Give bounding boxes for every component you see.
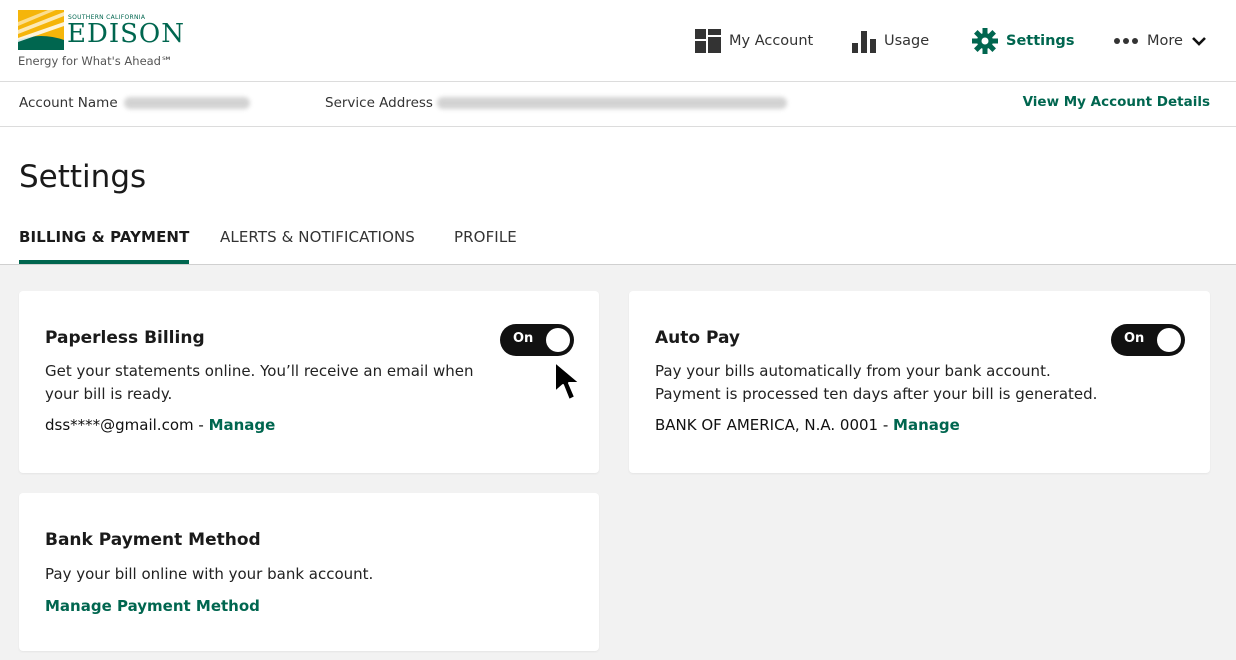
active-tab-indicator (19, 260, 189, 264)
nav-settings[interactable]: Settings (972, 24, 1074, 58)
nav-settings-label: Settings (1006, 33, 1075, 49)
bank-payment-method-card: Bank Payment Method Pay your bill online… (19, 493, 599, 651)
paperless-email: dss****@gmail.com - (45, 416, 209, 434)
autopay-manage-link[interactable]: Manage (893, 416, 960, 434)
nav-more[interactable]: More (1113, 24, 1207, 58)
auto-pay-toggle[interactable]: On (1111, 324, 1185, 356)
paperless-billing-card: Paperless Billing On Get your statements… (19, 291, 599, 473)
paperless-manage-link[interactable]: Manage (209, 416, 276, 434)
logo-sun-icon (18, 10, 64, 50)
tab-billing-payment[interactable]: BILLING & PAYMENT (19, 228, 189, 246)
account-name-value-redacted (124, 97, 250, 109)
paperless-billing-title: Paperless Billing (45, 328, 205, 348)
account-name-label: Account Name (19, 95, 118, 111)
tab-profile[interactable]: PROFILE (454, 228, 517, 246)
autopay-toggle-knob (1157, 328, 1181, 352)
bank-payment-method-description: Pay your bill online with your bank acco… (45, 565, 374, 583)
paperless-toggle-label: On (513, 331, 534, 346)
gear-icon (972, 28, 998, 54)
tab-alerts-notifications[interactable]: ALERTS & NOTIFICATIONS (220, 228, 415, 246)
chevron-down-icon (1192, 37, 1206, 46)
page-title: Settings (19, 159, 147, 195)
auto-pay-description-line1: Pay your bills automatically from your b… (655, 362, 1051, 380)
nav-usage[interactable]: Usage (852, 24, 929, 58)
autopay-toggle-label: On (1124, 331, 1145, 346)
auto-pay-detail: BANK OF AMERICA, N.A. 0001 - Manage (655, 416, 960, 434)
site-header: SOUTHERN CALIFORNIA EDISON Energy for Wh… (0, 0, 1236, 82)
service-address-value-redacted (437, 97, 787, 109)
logo-tagline: Energy for What's Ahead℠ (18, 54, 173, 68)
paperless-toggle-knob (546, 328, 570, 352)
bank-payment-method-title: Bank Payment Method (45, 530, 261, 550)
paperless-billing-toggle[interactable]: On (500, 324, 574, 356)
dashboard-icon (695, 29, 721, 53)
nav-more-label: More (1147, 33, 1183, 49)
manage-payment-method-link[interactable]: Manage Payment Method (45, 597, 260, 615)
autopay-bank: BANK OF AMERICA, N.A. 0001 - (655, 416, 894, 434)
nav-my-account-label: My Account (729, 33, 814, 49)
nav-usage-label: Usage (884, 33, 930, 49)
more-dots-icon (1114, 38, 1138, 44)
account-bar: Account Name Service Address View My Acc… (0, 82, 1236, 127)
bar-chart-icon (852, 31, 876, 53)
page-header: Settings BILLING & PAYMENT ALERTS & NOTI… (0, 127, 1236, 265)
auto-pay-card: Auto Pay On Pay your bills automatically… (629, 291, 1210, 473)
auto-pay-title: Auto Pay (655, 328, 741, 348)
logo-wordmark: EDISON (67, 19, 185, 49)
paperless-billing-detail: dss****@gmail.com - Manage (45, 416, 275, 434)
edison-logo[interactable]: SOUTHERN CALIFORNIA EDISON Energy for Wh… (18, 10, 188, 72)
nav-my-account[interactable]: My Account (695, 24, 813, 58)
auto-pay-description-line2: Payment is processed ten days after your… (655, 385, 1098, 403)
view-account-details-link[interactable]: View My Account Details (1023, 94, 1210, 110)
mouse-pointer-icon (554, 361, 581, 401)
service-address-label: Service Address (325, 95, 433, 111)
paperless-billing-description: Get your statements online. You’ll recei… (45, 362, 474, 403)
